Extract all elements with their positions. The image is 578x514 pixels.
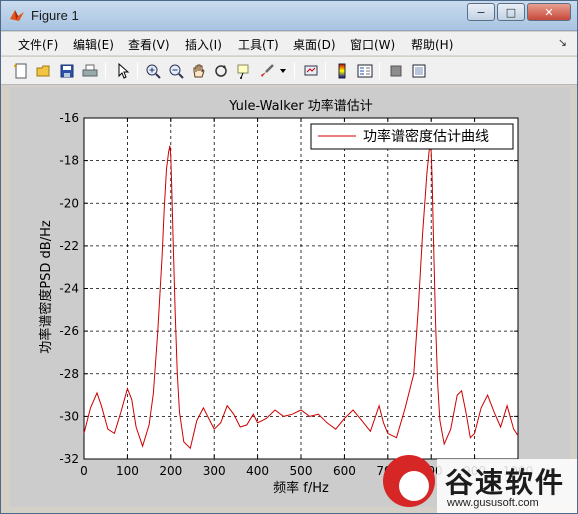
link-plot-icon[interactable] (301, 61, 320, 80)
x-tick-label: 300 (203, 464, 226, 478)
psd-chart: 01002003004005006007008009001000-16-18-2… (38, 98, 533, 496)
toolbar-separator (105, 62, 106, 79)
print-icon[interactable] (80, 61, 99, 80)
y-tick-label: -28 (59, 367, 79, 381)
rotate-3d-icon[interactable] (211, 61, 230, 80)
pointer-icon[interactable] (113, 61, 132, 80)
menu-edit[interactable]: 编辑(E) (73, 36, 114, 53)
show-plot-tools-icon[interactable] (409, 61, 428, 80)
figure-toolbar (1, 57, 577, 85)
zoom-in-icon[interactable] (143, 61, 162, 80)
open-file-icon[interactable] (34, 61, 53, 80)
data-cursor-icon[interactable] (234, 61, 253, 80)
x-tick-label: 100 (116, 464, 139, 478)
y-tick-label: -30 (59, 409, 79, 423)
x-tick-label: 0 (80, 464, 88, 478)
y-tick-label: -26 (59, 324, 79, 338)
title-bar[interactable]: Figure 1 − □ ✕ (1, 1, 577, 31)
watermark-url: www.gususoft.com (447, 497, 539, 509)
y-tick-label: -22 (59, 239, 79, 253)
minimize-button[interactable]: − (467, 3, 495, 21)
x-tick-label: 200 (159, 464, 182, 478)
maximize-icon: □ (505, 5, 517, 19)
close-icon: ✕ (544, 5, 554, 19)
brush-dropdown-icon[interactable] (277, 61, 289, 80)
toolbar-separator (325, 62, 326, 79)
figure-canvas: 01002003004005006007008009001000-16-18-2… (10, 87, 570, 507)
x-axis-label: 频率 f/Hz (273, 480, 329, 496)
menu-view[interactable]: 查看(V) (128, 36, 170, 53)
y-tick-label: -32 (59, 452, 79, 466)
menu-overflow-arrow-icon[interactable]: ↘ (558, 36, 567, 49)
toolbar-separator (379, 62, 380, 79)
minimize-icon: − (476, 5, 486, 19)
new-figure-icon[interactable] (11, 61, 30, 80)
menu-bar: 文件(F) 编辑(E) 查看(V) 插入(I) 工具(T) 桌面(D) 窗口(W… (1, 32, 577, 56)
maximize-button[interactable]: □ (497, 3, 525, 21)
menu-tools[interactable]: 工具(T) (238, 36, 279, 53)
toolbar-separator (137, 62, 138, 79)
gusu-logo-icon (383, 455, 435, 507)
watermark-title: 谷速软件 (445, 466, 566, 499)
menu-insert[interactable]: 插入(I) (185, 36, 222, 53)
y-tick-label: -20 (59, 196, 79, 210)
colorbar-icon[interactable] (332, 61, 351, 80)
y-tick-label: -16 (59, 111, 79, 125)
window-title: Figure 1 (31, 8, 79, 23)
close-button[interactable]: ✕ (527, 3, 571, 21)
menu-file[interactable]: 文件(F) (18, 36, 58, 53)
zoom-out-icon[interactable] (166, 61, 185, 80)
y-axis-label: 功率谱密度PSD dB/Hz (38, 220, 54, 354)
x-tick-label: 500 (290, 464, 313, 478)
brush-icon[interactable] (257, 61, 276, 80)
figure-window: Figure 1 − □ ✕ 文件(F) 编辑(E) 查看(V) 插入(I) 工… (0, 0, 578, 514)
save-icon[interactable] (57, 61, 76, 80)
chart-title: Yule-Walker 功率谱估计 (228, 98, 373, 114)
menu-window[interactable]: 窗口(W) (350, 36, 395, 53)
x-tick-label: 400 (246, 464, 269, 478)
legend-label: 功率谱密度估计曲线 (363, 128, 489, 145)
legend-box[interactable]: 功率谱密度估计曲线 (310, 123, 514, 150)
y-tick-label: -18 (59, 154, 79, 168)
legend-icon[interactable] (355, 61, 374, 80)
x-tick-label: 600 (333, 464, 356, 478)
watermark: 谷速软件 www.gususoft.com (377, 449, 577, 513)
menu-help[interactable]: 帮助(H) (411, 36, 453, 53)
hide-plot-tools-icon[interactable] (386, 61, 405, 80)
y-tick-label: -24 (59, 282, 79, 296)
pan-icon[interactable] (189, 61, 208, 80)
menu-desktop[interactable]: 桌面(D) (293, 36, 336, 53)
matlab-app-icon (10, 10, 24, 21)
toolbar-separator (294, 62, 295, 79)
